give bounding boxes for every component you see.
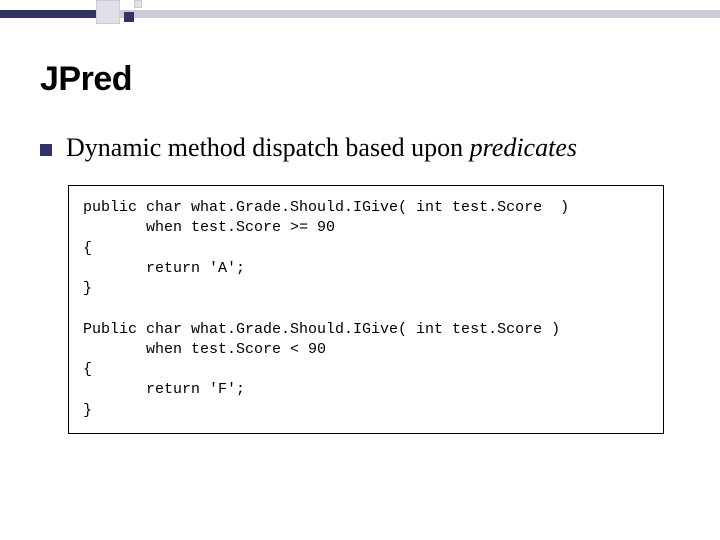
bullet-text: Dynamic method dispatch based upon predi… bbox=[66, 133, 577, 163]
bullet-text-italic: predicates bbox=[470, 133, 577, 162]
code-block: public char what.Grade.Should.IGive( int… bbox=[68, 185, 664, 434]
bullet-item: Dynamic method dispatch based upon predi… bbox=[40, 133, 680, 163]
slide-title: JPred bbox=[40, 60, 680, 99]
square-bullet-icon bbox=[40, 144, 52, 156]
bullet-text-prefix: Dynamic method dispatch based upon bbox=[66, 133, 470, 162]
slide-content: JPred Dynamic method dispatch based upon… bbox=[40, 60, 680, 434]
slide-top-decoration bbox=[0, 0, 720, 28]
